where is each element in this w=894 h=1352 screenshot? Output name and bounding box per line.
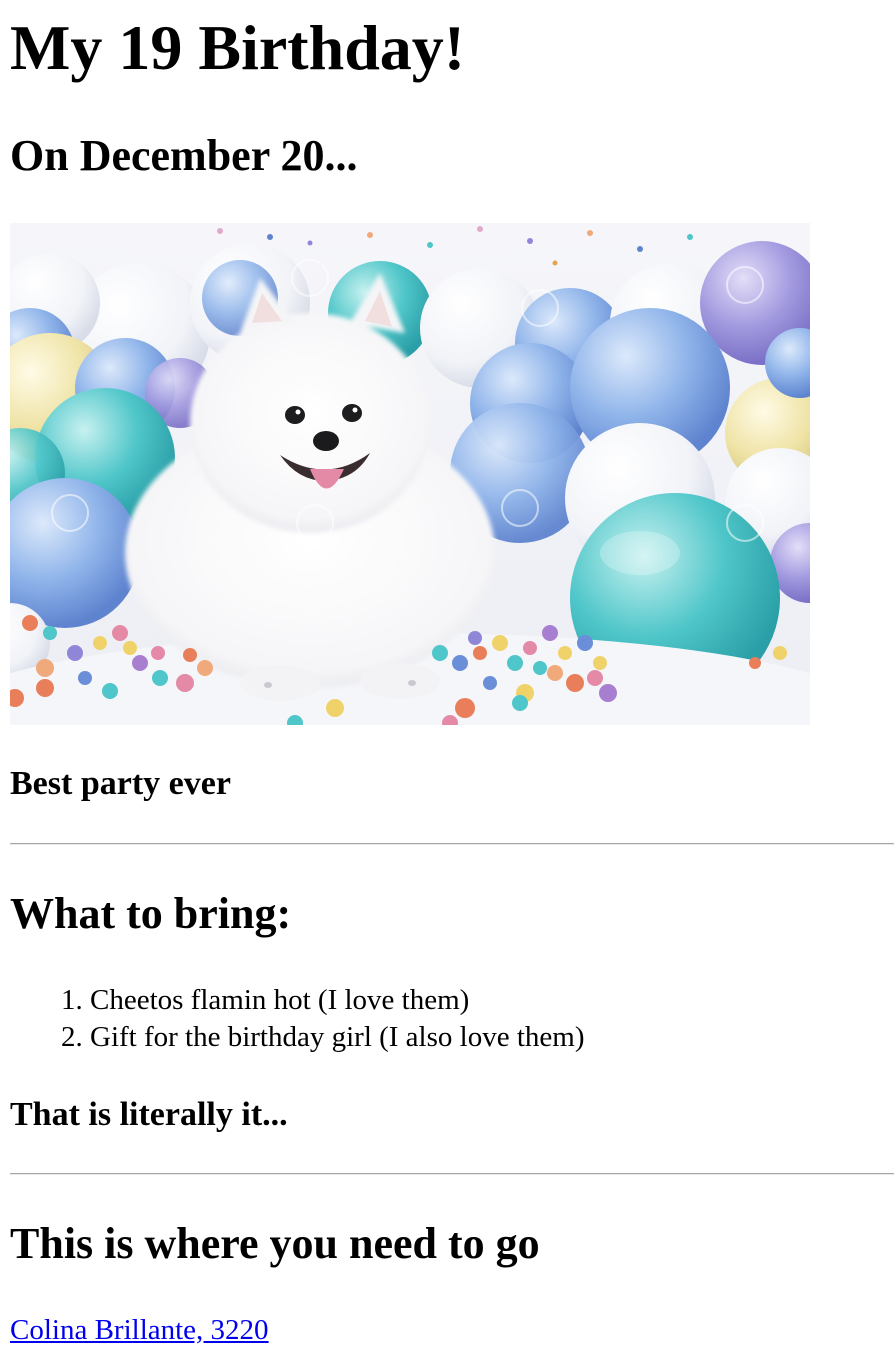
divider	[10, 1173, 894, 1175]
page-title: My 19 Birthday!	[10, 12, 466, 83]
page-subtitle: On December 20...	[10, 131, 358, 180]
list-item: Cheetos flamin hot (I love them)	[90, 982, 584, 1019]
bring-note: That is literally it...	[10, 1096, 288, 1133]
bring-list: Cheetos flamin hot (I love them) Gift fo…	[0, 982, 584, 1056]
photo-caption: Best party ever	[10, 765, 231, 802]
birthday-page: My 19 Birthday! On December 20... Best p…	[0, 0, 894, 1352]
divider	[10, 843, 894, 845]
bring-heading: What to bring:	[10, 889, 292, 938]
birthday-dog-photo	[10, 223, 810, 725]
address-link[interactable]: Colina Brillante, 3220	[10, 1312, 269, 1348]
list-item: Gift for the birthday girl (I also love …	[90, 1019, 584, 1056]
location-heading: This is where you need to go	[10, 1219, 540, 1268]
